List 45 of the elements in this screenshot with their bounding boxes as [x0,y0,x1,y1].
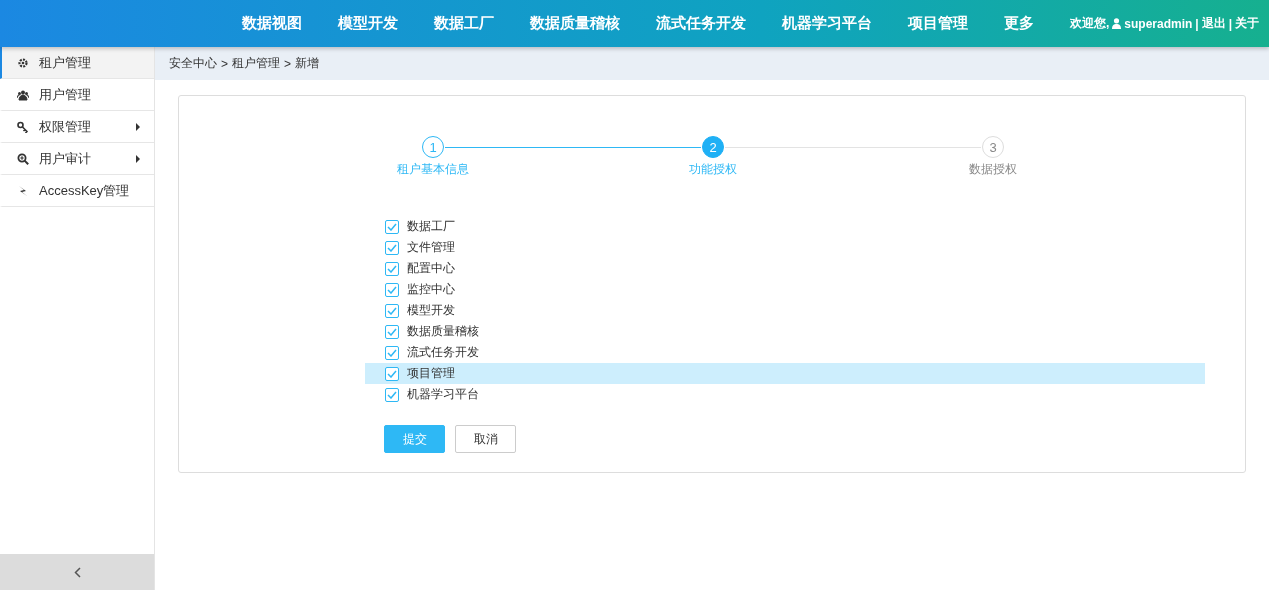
checkbox[interactable] [385,219,399,234]
step-number: 3 [982,136,1004,158]
step-number: 1 [422,136,444,158]
breadcrumb-item: 租户管理 [232,55,280,72]
sidebar-item-icon [17,120,29,133]
user-icon [1112,18,1122,29]
step-number: 2 [702,136,724,158]
permission-row[interactable]: 机器学习平台 [365,384,1205,405]
step-label: 租户基本信息 [397,161,469,178]
checkbox[interactable] [385,261,399,276]
breadcrumb-item: > [221,56,228,71]
separator: | [1195,16,1199,31]
checkbox[interactable] [385,240,399,255]
checkbox[interactable] [385,303,399,318]
checkbox[interactable] [385,366,399,381]
permission-row[interactable]: 配置中心 [365,258,1205,279]
permission-row[interactable]: 数据工厂 [365,216,1205,237]
breadcrumb-item: 新增 [295,55,320,72]
sidebar-item[interactable]: 用户审计 [0,143,154,175]
permission-row[interactable]: 项目管理 [365,363,1205,384]
sidebar-item[interactable]: 权限管理 [0,111,154,143]
permission-row[interactable]: 数据质量稽核 [365,321,1205,342]
checkbox[interactable] [385,324,399,339]
sidebar-item[interactable]: AccessKey管理 [0,175,154,207]
sidebar-item-icon [17,152,29,165]
breadcrumb-item: 安全中心 [169,55,217,72]
checkbox[interactable] [385,282,399,297]
breadcrumb-item: > [284,56,292,71]
username: superadmin [1124,16,1193,31]
permission-row[interactable]: 流式任务开发 [365,342,1205,363]
permission-row[interactable]: 模型开发 [365,300,1205,321]
sidebar-item[interactable]: 租户管理 [0,47,154,79]
welcome-text: 欢迎您, [1070,15,1110,32]
permission-row[interactable]: 监控中心 [365,279,1205,300]
chevron-left-icon [73,566,81,578]
sidebar-item[interactable]: 用户管理 [0,79,154,111]
sidebar-item-icon [17,88,29,101]
checkbox[interactable] [385,345,399,360]
sidebar-item-icon [17,56,29,69]
cancel-button[interactable]: 取消 [455,425,516,453]
checkbox[interactable] [385,387,399,402]
step-label: 功能授权 [689,161,737,178]
step-label: 数据授权 [969,161,1017,178]
permission-row[interactable]: 文件管理 [365,237,1205,258]
separator: | [1228,16,1233,31]
